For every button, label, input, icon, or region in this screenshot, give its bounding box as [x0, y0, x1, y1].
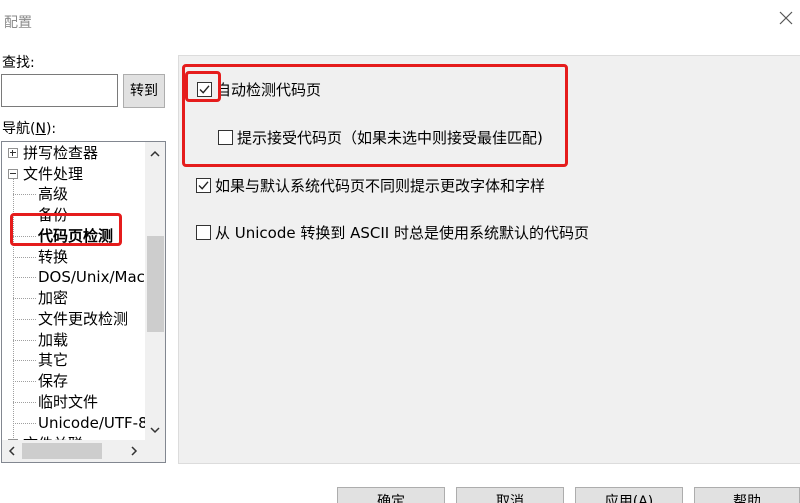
- close-icon[interactable]: [778, 10, 794, 26]
- vertical-scrollbar[interactable]: [145, 142, 165, 440]
- tree-node-label: 临时文件: [38, 393, 99, 411]
- tree-node-label: 文件处理: [23, 165, 84, 183]
- scroll-down-icon[interactable]: [149, 424, 161, 436]
- unicode-to-ascii-label: 从 Unicode 转换到 ASCII 时总是使用系统默认的代码页: [215, 224, 590, 242]
- tree-node-label: 其它: [38, 351, 69, 369]
- tree-node-label: Unicode/UTF-8: [38, 414, 148, 432]
- help-button[interactable]: 帮助: [694, 487, 800, 503]
- tree-node-label: 高级: [38, 185, 69, 203]
- vertical-scroll-thumb[interactable]: [147, 236, 164, 332]
- window-title: 配置: [4, 15, 32, 31]
- prompt-change-font-label: 如果与默认系统代码页不同则提示更改字体和字样: [215, 177, 546, 195]
- tree-node-label: DOS/Unix/Mac: [38, 268, 145, 286]
- scroll-up-icon[interactable]: [149, 148, 161, 160]
- tree-node-label: 文件更改检测: [38, 310, 129, 328]
- horizontal-scroll-thumb[interactable]: [22, 443, 102, 459]
- tree-node-label: 拼写检查器: [23, 144, 99, 162]
- unicode-to-ascii-checkbox[interactable]: [196, 225, 211, 240]
- horizontal-scrollbar[interactable]: [2, 440, 145, 462]
- nav-tree[interactable]: 拼写检查器 文件处理 高级 备份 代码页检测 转换 DOS/Unix/Mac 加…: [1, 141, 166, 463]
- tree-node-label: 保存: [38, 372, 69, 390]
- cancel-button[interactable]: 取消: [456, 487, 564, 503]
- find-label: 查找:: [2, 55, 35, 71]
- prompt-change-font-checkbox[interactable]: [196, 178, 211, 193]
- scrollbar-corner: [145, 440, 165, 462]
- collapse-icon[interactable]: [8, 169, 18, 179]
- ok-button[interactable]: 确定: [337, 487, 445, 503]
- tree-node-label: 加载: [38, 331, 69, 349]
- find-input[interactable]: [1, 74, 118, 107]
- tree-node-label: 加密: [38, 289, 69, 307]
- expand-icon[interactable]: [8, 148, 18, 158]
- apply-button[interactable]: 应用(A): [575, 487, 683, 503]
- highlight-box: [10, 213, 122, 246]
- scroll-left-icon[interactable]: [6, 445, 18, 457]
- highlight-box: [182, 64, 568, 167]
- scroll-right-icon[interactable]: [128, 445, 140, 457]
- tree-node-label: 转换: [38, 248, 69, 266]
- highlight-box: [185, 71, 221, 102]
- goto-button[interactable]: 转到: [123, 74, 165, 108]
- nav-label: 导航(N):: [2, 121, 57, 137]
